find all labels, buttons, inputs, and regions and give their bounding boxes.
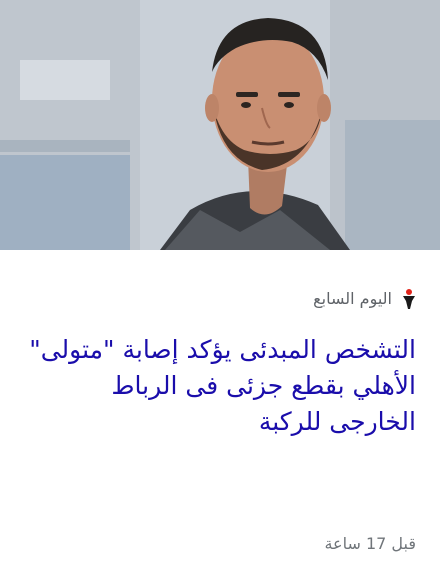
source-name: اليوم السابع <box>313 289 392 308</box>
player-photo-icon <box>0 0 440 250</box>
article-headline[interactable]: التشخص المبدئى يؤكد إصابة "متولى" الأهلي… <box>21 332 416 440</box>
article-timestamp: قبل 17 ساعة <box>324 534 416 553</box>
article-image[interactable] <box>0 0 440 250</box>
news-card[interactable]: اليوم السابع التشخص المبدئى يؤكد إصابة "… <box>0 0 440 578</box>
source-row: اليوم السابع <box>313 286 416 312</box>
youm7-logo-icon <box>402 288 416 310</box>
